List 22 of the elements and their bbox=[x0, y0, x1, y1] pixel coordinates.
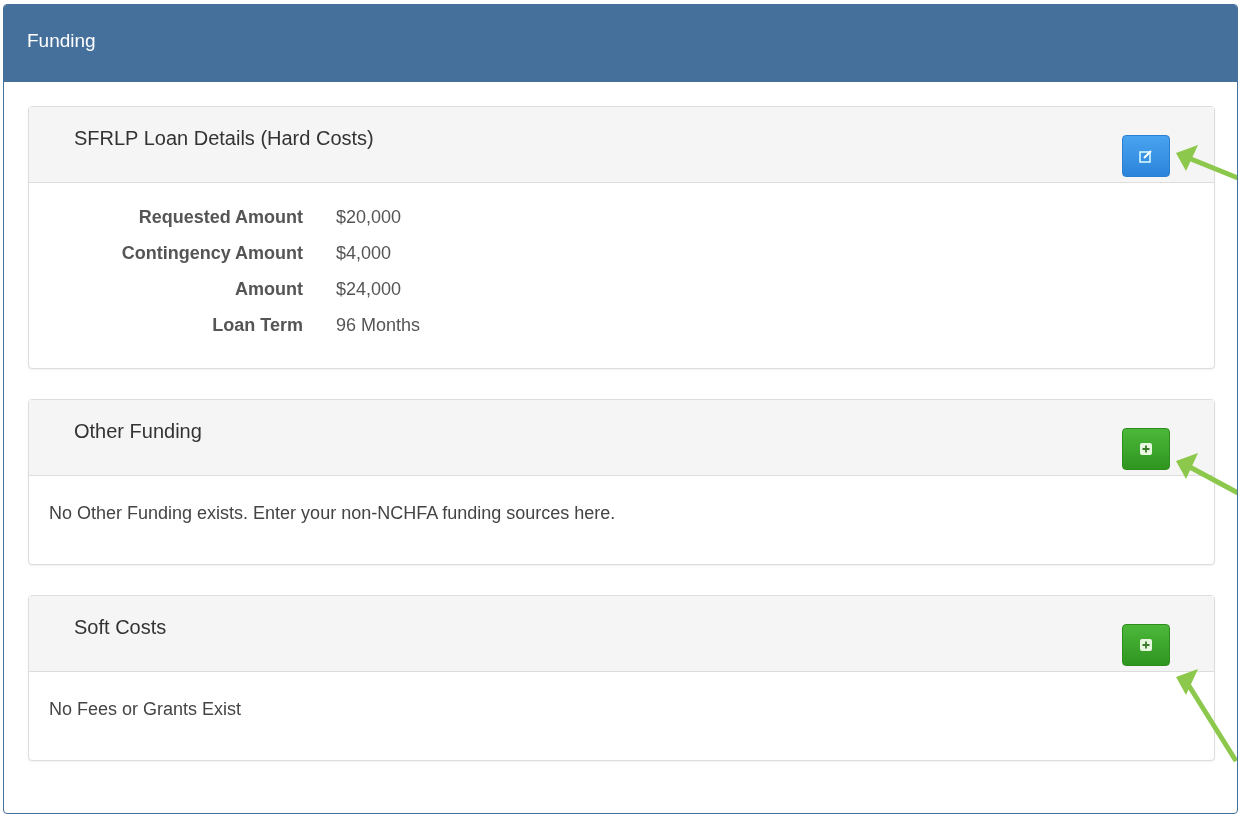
panel-title: Soft Costs bbox=[74, 616, 167, 640]
field-label: Loan Term bbox=[212, 315, 303, 336]
panel-title: Other Funding bbox=[74, 420, 202, 444]
plus-icon bbox=[1139, 442, 1153, 456]
field-label: Amount bbox=[235, 279, 303, 300]
panel-title: SFRLP Loan Details (Hard Costs) bbox=[74, 127, 374, 151]
field-value: 96 Months bbox=[336, 315, 421, 336]
field-value: $24,000 bbox=[336, 279, 402, 300]
page-title: Funding bbox=[27, 30, 96, 51]
edit-button[interactable] bbox=[1122, 135, 1170, 177]
field-value: $20,000 bbox=[336, 207, 402, 228]
field-label: Requested Amount bbox=[138, 207, 303, 228]
add-button[interactable] bbox=[1122, 624, 1170, 666]
plus-icon bbox=[1139, 638, 1153, 652]
field-label: Contingency Amount bbox=[121, 243, 303, 264]
arrow-drawing bbox=[1176, 145, 1237, 181]
add-button[interactable] bbox=[1122, 428, 1170, 470]
edit-icon bbox=[1139, 149, 1153, 163]
empty-message: No Other Funding exists. Enter your non-NCHFA funding sources here. bbox=[49, 503, 616, 523]
empty-message: No Fees or Grants Exist bbox=[49, 699, 242, 719]
arrow-drawing bbox=[1176, 453, 1237, 496]
field-value: $4,000 bbox=[336, 243, 392, 264]
